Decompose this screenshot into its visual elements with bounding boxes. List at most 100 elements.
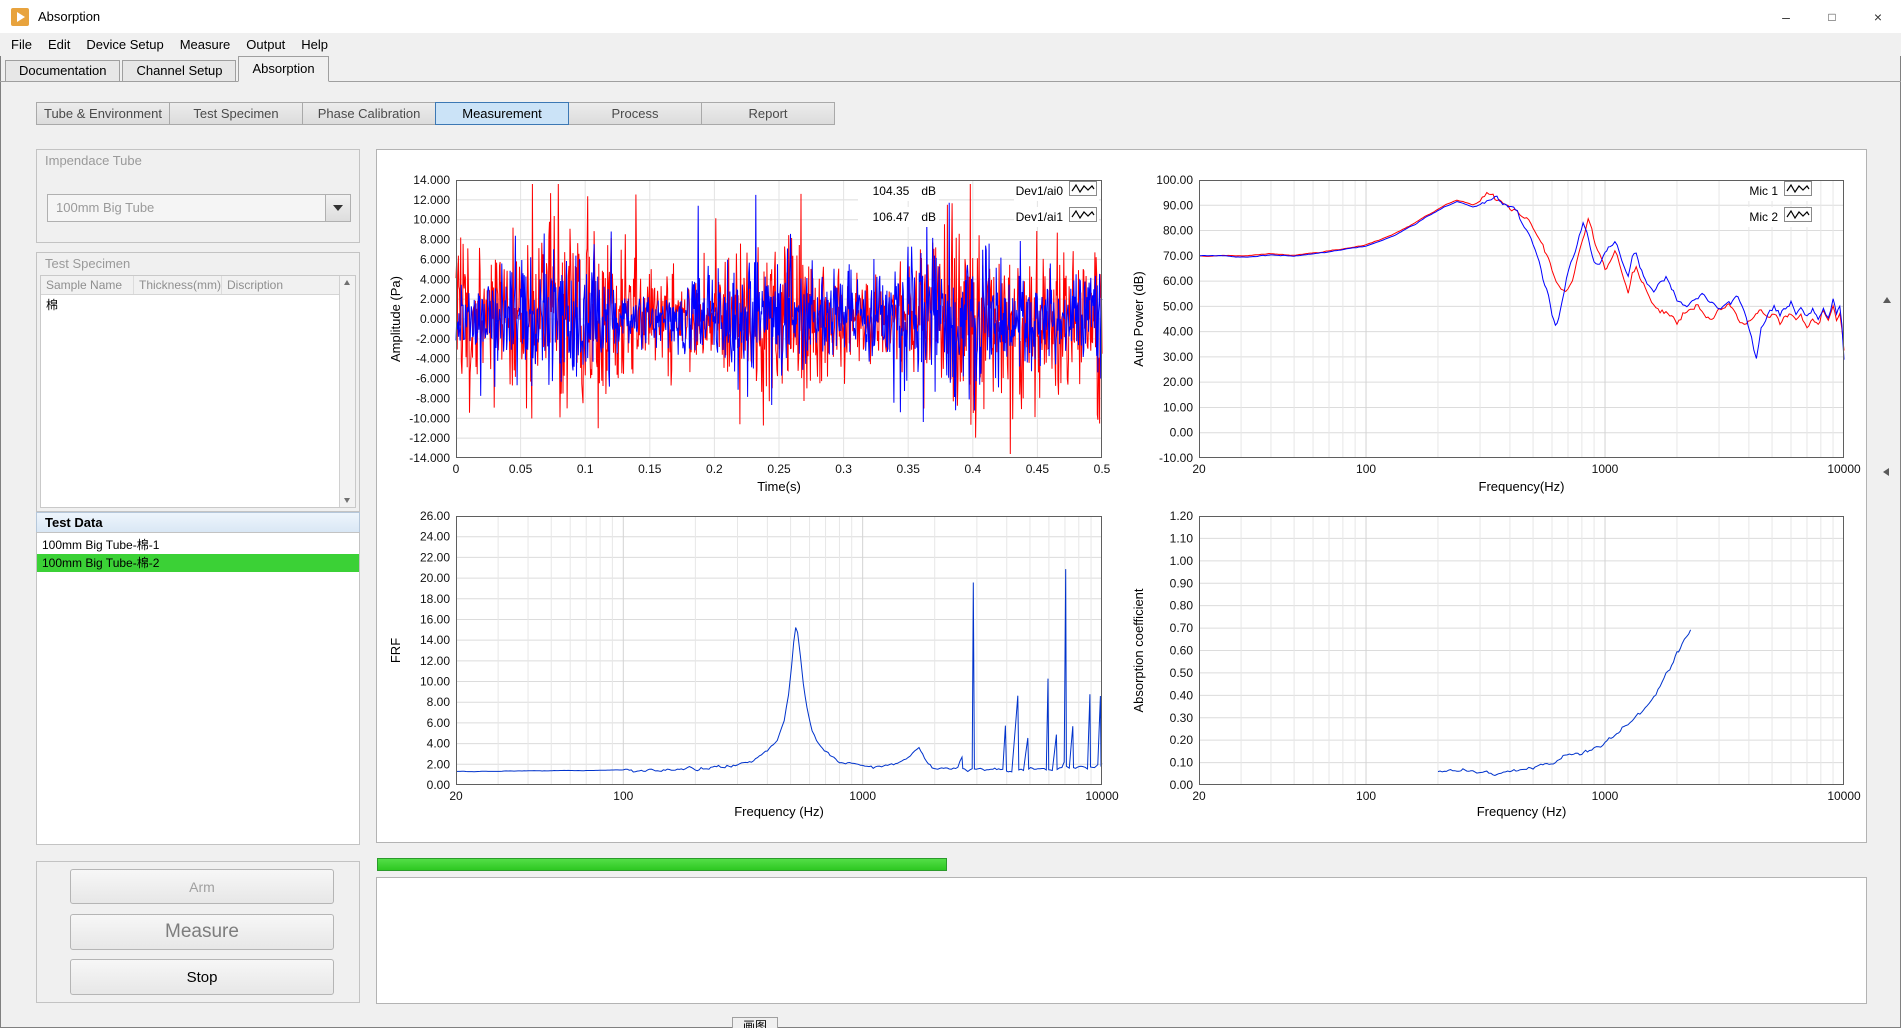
sub-tab-bar: Tube & Environment Test Specimen Phase C… <box>36 102 835 125</box>
svg-text:0.40: 0.40 <box>1170 688 1194 702</box>
level-readouts: 104.35 dB 106.47 dB <box>858 181 939 233</box>
svg-text:0.45: 0.45 <box>1026 462 1050 476</box>
svg-text:20: 20 <box>1192 789 1206 803</box>
menu-help[interactable]: Help <box>293 37 336 52</box>
svg-text:0.05: 0.05 <box>509 462 533 476</box>
list-item-selected[interactable]: 100mm Big Tube-棉-2 <box>37 554 359 572</box>
frf-plot: 0.002.004.006.008.0010.0012.0014.0016.00… <box>377 497 1122 849</box>
maximize-button[interactable]: □ <box>1809 0 1855 33</box>
table-header-row: Sample Name Thickness(mm) Discription <box>41 276 355 295</box>
waveform-glyph-icon <box>1069 207 1097 227</box>
app-icon <box>11 8 29 26</box>
measure-button[interactable]: Measure <box>70 914 334 950</box>
scroll-up-icon[interactable] <box>344 280 350 285</box>
svg-text:10.000: 10.000 <box>413 213 450 227</box>
svg-text:100: 100 <box>1356 789 1376 803</box>
table-scrollbar[interactable] <box>339 276 355 507</box>
splitter-up-icon[interactable] <box>1883 297 1891 303</box>
svg-text:100.00: 100.00 <box>1156 173 1193 187</box>
splitter-left-icon[interactable] <box>1883 468 1889 476</box>
stop-button[interactable]: Stop <box>70 959 334 995</box>
subtab-tube-environment[interactable]: Tube & Environment <box>36 102 170 125</box>
svg-text:0.90: 0.90 <box>1170 576 1194 590</box>
svg-text:0.000: 0.000 <box>420 312 450 326</box>
close-button[interactable]: × <box>1855 0 1901 33</box>
scroll-down-icon[interactable] <box>344 498 350 503</box>
menu-bar: File Edit Device Setup Measure Output He… <box>0 33 1901 56</box>
absorption-coefficient-plot: 0.000.100.200.300.400.500.600.700.800.90… <box>1122 497 1866 849</box>
level-value-ai1: 106.47 <box>861 210 909 224</box>
svg-text:12.00: 12.00 <box>420 654 450 668</box>
menu-measure[interactable]: Measure <box>172 37 239 52</box>
tab-channel-setup[interactable]: Channel Setup <box>122 60 236 81</box>
menu-device-setup[interactable]: Device Setup <box>78 37 171 52</box>
time-signal-plot: -14.000-12.000-10.000-8.000-6.000-4.000-… <box>377 150 1122 502</box>
svg-text:16.00: 16.00 <box>420 612 450 626</box>
tab-documentation[interactable]: Documentation <box>5 60 120 81</box>
subtab-test-specimen[interactable]: Test Specimen <box>169 102 303 125</box>
column-thickness: Thickness(mm) <box>134 276 222 294</box>
svg-text:0.3: 0.3 <box>835 462 852 476</box>
svg-text:Absorption coefficient: Absorption coefficient <box>1131 588 1146 712</box>
menu-file[interactable]: File <box>3 37 40 52</box>
column-sample-name: Sample Name <box>41 276 134 294</box>
svg-text:-10.000: -10.000 <box>409 411 450 425</box>
frf-chart: 0.002.004.006.008.0010.0012.0014.0016.00… <box>377 497 1122 844</box>
svg-text:-6.000: -6.000 <box>416 372 450 386</box>
svg-text:14.00: 14.00 <box>420 633 450 647</box>
tab-absorption[interactable]: Absorption <box>238 56 328 82</box>
legend-row: Mic 1 <box>1747 181 1814 201</box>
svg-text:0.00: 0.00 <box>1170 778 1194 792</box>
auto-power-legend: Mic 1 Mic 2 <box>1747 181 1814 233</box>
svg-text:1000: 1000 <box>849 789 876 803</box>
svg-text:0.15: 0.15 <box>638 462 662 476</box>
column-discription: Discription <box>222 276 355 294</box>
svg-text:1.20: 1.20 <box>1170 509 1194 523</box>
svg-text:20: 20 <box>449 789 463 803</box>
impedance-tube-label: Impendace Tube <box>45 153 142 168</box>
minimize-button[interactable]: – <box>1763 0 1809 33</box>
dropdown-button[interactable] <box>325 195 350 221</box>
svg-text:Auto Power (dB): Auto Power (dB) <box>1131 271 1146 366</box>
svg-text:4.00: 4.00 <box>427 737 451 751</box>
svg-text:4.000: 4.000 <box>420 272 450 286</box>
table-row[interactable]: 棉 <box>41 295 355 311</box>
svg-text:6.000: 6.000 <box>420 252 450 266</box>
list-item[interactable]: 100mm Big Tube-棉-1 <box>37 536 359 554</box>
svg-text:80.00: 80.00 <box>1163 224 1193 238</box>
subtab-report[interactable]: Report <box>701 102 835 125</box>
tab-drawing[interactable]: 画图 <box>732 1017 778 1028</box>
absorption-coefficient-chart: 0.000.100.200.300.400.500.600.700.800.90… <box>1122 497 1866 844</box>
svg-text:0.30: 0.30 <box>1170 711 1194 725</box>
svg-text:10.00: 10.00 <box>1163 400 1193 414</box>
svg-text:30.00: 30.00 <box>1163 350 1193 364</box>
legend-row: Dev1/ai0 <box>1014 181 1099 201</box>
play-arrow-icon <box>17 12 25 22</box>
svg-text:Time(s): Time(s) <box>757 479 801 494</box>
impedance-tube-dropdown[interactable]: 100mm Big Tube <box>47 194 351 222</box>
menu-edit[interactable]: Edit <box>40 37 78 52</box>
svg-text:24.00: 24.00 <box>420 530 450 544</box>
progress-fill <box>378 859 946 870</box>
svg-text:26.00: 26.00 <box>420 509 450 523</box>
svg-text:Frequency(Hz): Frequency(Hz) <box>1479 479 1565 494</box>
subtab-process[interactable]: Process <box>568 102 702 125</box>
main-tab-bar: Documentation Channel Setup Absorption <box>0 56 1901 82</box>
svg-text:2.00: 2.00 <box>427 757 451 771</box>
svg-text:0.10: 0.10 <box>1170 756 1194 770</box>
status-area <box>376 877 1867 1004</box>
svg-text:10000: 10000 <box>1085 789 1119 803</box>
level-value-ai0: 104.35 <box>861 184 909 198</box>
subtab-measurement[interactable]: Measurement <box>435 102 569 125</box>
subtab-phase-calibration[interactable]: Phase Calibration <box>302 102 436 125</box>
chevron-down-icon <box>333 205 343 211</box>
menu-output[interactable]: Output <box>238 37 293 52</box>
arm-button[interactable]: Arm <box>70 869 334 904</box>
svg-text:0.80: 0.80 <box>1170 599 1194 613</box>
svg-text:0.1: 0.1 <box>577 462 594 476</box>
svg-text:-10.00: -10.00 <box>1159 451 1193 465</box>
svg-text:6.00: 6.00 <box>427 716 451 730</box>
legend-label-dev1-ai1: Dev1/ai1 <box>1016 210 1063 224</box>
svg-text:0.2: 0.2 <box>706 462 723 476</box>
level-readout-row: 104.35 dB <box>858 181 939 201</box>
